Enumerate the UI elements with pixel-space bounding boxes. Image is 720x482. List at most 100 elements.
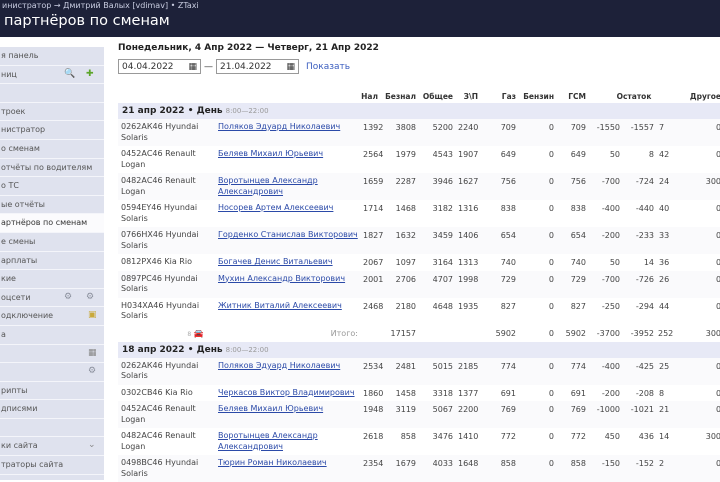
sidebar-item[interactable]: кие	[0, 270, 104, 289]
driver-cell: Воротынцев Александр Александрович	[215, 428, 360, 455]
sidebar-item-label: траторы сайта	[1, 460, 64, 470]
gear-icon[interactable]: ⚙	[86, 292, 94, 302]
total-value	[455, 325, 480, 342]
group-header: 21 апр 2022 • День 8:00—22:00	[118, 103, 720, 119]
date-from-input[interactable]: 04.04.2022 ▦	[118, 59, 201, 74]
value-cell: 36	[659, 258, 670, 267]
sidebar-item[interactable]: ые отчёты	[0, 196, 104, 215]
total-label-cell: Итого:	[215, 325, 360, 342]
calendar-icon[interactable]: ▦	[188, 62, 197, 72]
sidebar-item[interactable]: е смены	[0, 233, 104, 252]
driver-link[interactable]: Тюрин Роман Николаевич	[218, 458, 327, 467]
sidebar-item[interactable]: одключение ▣	[0, 307, 104, 326]
driver-link[interactable]: Беляев Михаил Юрьевич	[218, 149, 323, 158]
table-row: 0766НХ46 Hyundai Solaris Горденко Станисл…	[118, 227, 720, 254]
total-value: -3700	[596, 328, 620, 338]
value-cell: 2180	[395, 301, 416, 311]
value-cell: 740	[500, 258, 516, 267]
value-cell: 691	[570, 388, 586, 398]
value-cell: 1648	[455, 455, 480, 482]
value-cell: 0	[682, 270, 720, 298]
driver-link[interactable]: Воротынцев Александр Александрович	[218, 176, 318, 196]
column-header[interactable]: Безнал	[380, 89, 418, 103]
value-cell: 0	[715, 388, 720, 398]
sidebar-item[interactable]: ▦	[0, 345, 104, 364]
driver-link[interactable]: Житник Виталий Алексеевич	[218, 301, 342, 310]
value-cell: -150	[588, 455, 622, 482]
car-cell: Н034ХА46 Hyundai Solaris	[121, 300, 200, 321]
sidebar-item[interactable]: арплаты	[0, 252, 104, 271]
plus-icon[interactable]: ✚	[86, 69, 94, 79]
value-cell: 1627	[455, 173, 480, 200]
table-row: 0452АС46 Renault Logan Беляев Михаил Юрье…	[118, 146, 720, 173]
column-header[interactable]: З\П	[455, 89, 480, 103]
driver-link[interactable]: Горденко Станислав Викторович	[218, 230, 358, 239]
sidebar-item[interactable]: ⚙	[0, 363, 104, 382]
value-cell: 709	[480, 119, 518, 146]
value-cell: 2200	[455, 401, 480, 428]
note-icon[interactable]: ▣	[88, 310, 97, 320]
value-cell: 2354	[360, 455, 383, 482]
sidebar-item[interactable]: ниц 🔍 ✚	[0, 66, 104, 85]
show-button[interactable]: Показать	[306, 62, 350, 72]
value-cell: 450	[604, 432, 620, 441]
column-header[interactable]: Остаток	[588, 89, 682, 103]
driver-link[interactable]: Поляков Эдуард Николаевич	[218, 122, 340, 131]
sidebar-item[interactable]: траторы сайта	[0, 456, 104, 475]
gear-icon[interactable]: ⚙	[64, 292, 72, 302]
sidebar-item[interactable]	[0, 84, 104, 103]
sidebar-item[interactable]: рипты	[0, 382, 104, 401]
driver-link[interactable]: Воротынцев Александр Александрович	[218, 431, 318, 451]
column-header[interactable]: ГСМ	[556, 89, 588, 103]
value-cell: 827	[500, 301, 516, 311]
value-cell: 1907	[458, 150, 479, 159]
value-cell: 0	[682, 401, 720, 428]
column-header[interactable]: Другое	[682, 89, 720, 103]
sidebar-item[interactable]: троек	[0, 103, 104, 122]
driver-link[interactable]: Поляков Эдуард Николаевич	[218, 361, 340, 370]
calendar-icon[interactable]: ▦	[286, 62, 295, 72]
total-value	[418, 325, 455, 342]
page-title: партнёров по сменам	[4, 13, 170, 29]
driver-cell: Богачев Денис Витальевич	[215, 254, 360, 271]
sidebar-item[interactable]: дписями	[0, 400, 104, 419]
sidebar-item[interactable]: а	[0, 326, 104, 345]
car-cell: 0766НХ46 Hyundai Solaris	[118, 227, 215, 254]
driver-link[interactable]: Черкасов Виктор Владимирович	[218, 388, 355, 397]
search-icon[interactable]: 🔍	[64, 69, 75, 79]
sidebar-item[interactable]: ки сайта ⌄	[0, 437, 104, 457]
value-cell: 740	[570, 258, 586, 267]
sidebar-item[interactable]: отчёты по водителям	[0, 159, 104, 178]
value-cell: 0	[518, 227, 556, 254]
car-icon: 🚘	[191, 328, 204, 338]
sidebar-item[interactable]	[0, 419, 104, 438]
gear-icon[interactable]: ⚙	[88, 366, 96, 376]
sidebar-item-label: ниц	[1, 69, 17, 79]
sidebar-item[interactable]: оцсети ⚙ ⚙	[0, 289, 104, 308]
sidebar-item[interactable]: о ТС	[0, 177, 104, 196]
sidebar-item[interactable]: о сменам	[0, 140, 104, 159]
column-header[interactable]: Газ	[480, 89, 518, 103]
sidebar-item[interactable]: артнёров по сменам	[0, 214, 104, 233]
driver-link[interactable]: Беляев Михаил Юрьевич	[218, 404, 323, 413]
value-cell: 3946	[418, 173, 455, 200]
column-header[interactable]: Общее	[418, 89, 455, 103]
driver-link[interactable]: Носорев Артем Алексеевич	[218, 203, 333, 212]
driver-link[interactable]: Богачев Денис Витальевич	[218, 257, 333, 266]
value-cell: 1679	[380, 455, 418, 482]
column-header[interactable]: Бензин	[518, 89, 556, 103]
sidebar-item[interactable]: нистратор	[0, 121, 104, 140]
value-cell: 4543	[432, 150, 453, 159]
chevron-down-icon[interactable]: ⌄	[88, 440, 96, 450]
car-cell: 0482АС46 Renault Logan	[118, 173, 215, 200]
grid-icon[interactable]: ▦	[88, 348, 97, 358]
date-to-input[interactable]: 21.04.2022 ▦	[216, 59, 299, 74]
column-header[interactable]: Нал	[360, 89, 380, 103]
sidebar-item[interactable]: я панель	[0, 47, 104, 66]
driver-link[interactable]: Мухин Александр Викторович	[218, 274, 345, 283]
value-cell: 0	[715, 150, 720, 159]
value-cell: 838	[500, 204, 516, 213]
value-cell: 300	[705, 432, 720, 441]
value-cell: 44	[659, 301, 670, 311]
sidebar-item-label: ки сайта	[1, 441, 38, 451]
